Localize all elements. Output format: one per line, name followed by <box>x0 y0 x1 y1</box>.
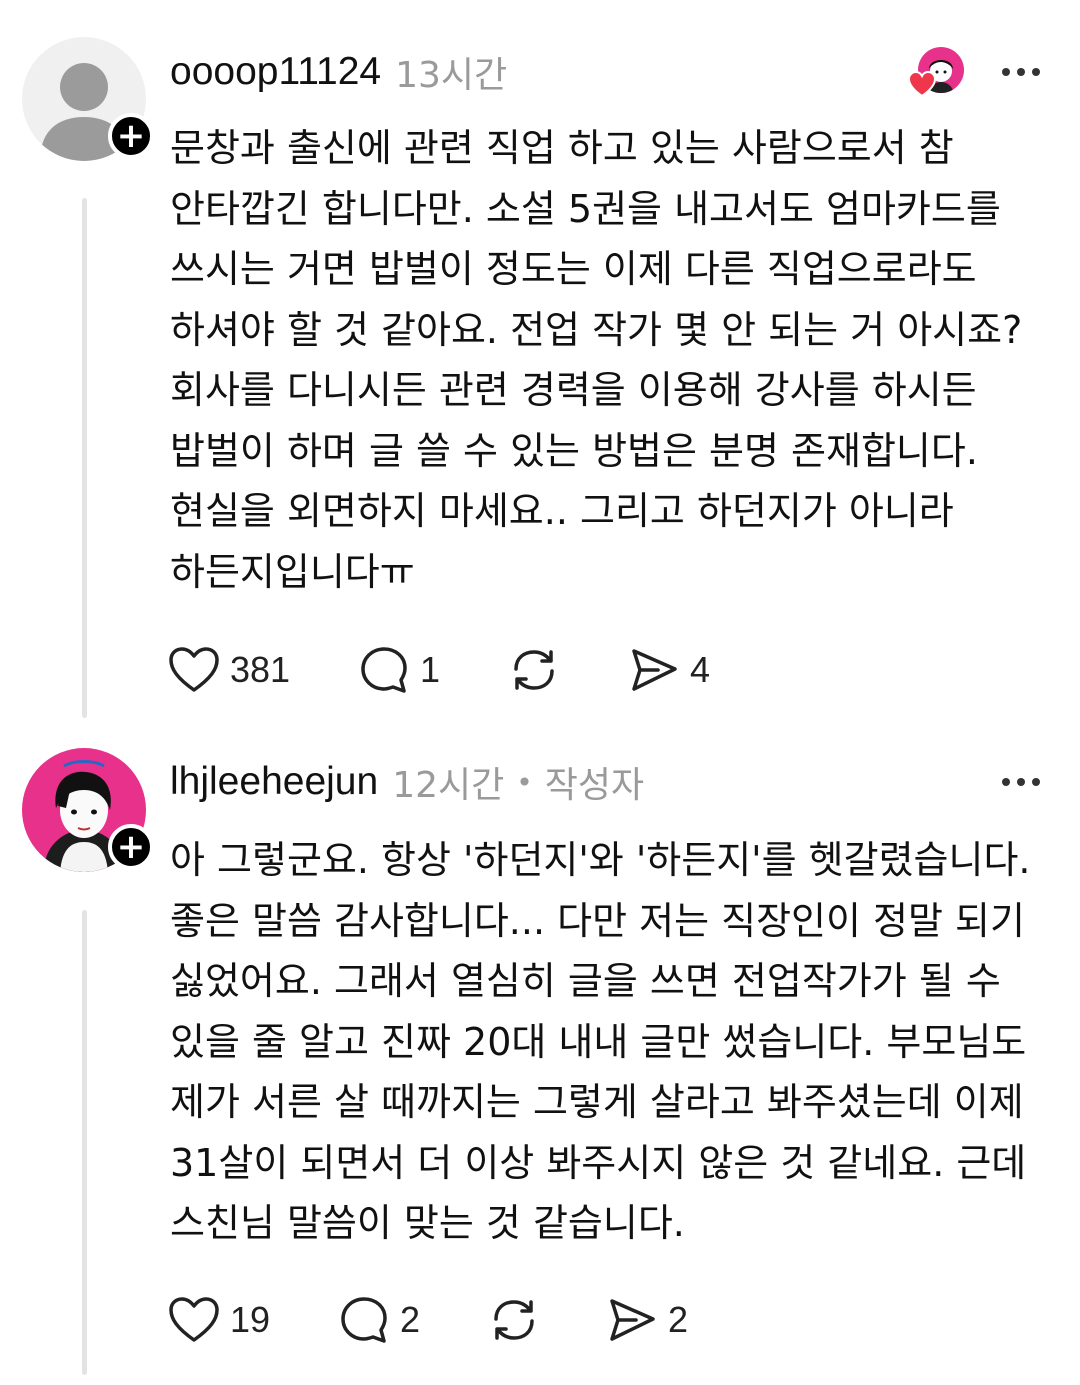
action-bar: 381 1 4 <box>168 640 710 700</box>
body-line: 있을 줄 알고 진짜 20대 내내 글만 썼습니다. 부모님도 <box>170 1019 1027 1064</box>
body-line: 회사를 다니시든 관련 경력을 이용해 강사를 하시든 <box>170 368 977 412</box>
comment-bubble-icon <box>341 1297 387 1343</box>
action-bar: 19 2 2 <box>168 1290 688 1350</box>
liked-by-author-avatar[interactable] <box>908 47 964 97</box>
post-body: 아 그렇군요. 항상 '하던지'와 '하든지'를 헷갈렸습니다. 좋은 말씀 감… <box>170 830 1050 1254</box>
reply-count: 2 <box>400 1299 421 1340</box>
body-line: 아 그렇군요. 항상 '하던지'와 '하든지'를 헷갈렸습니다. <box>170 838 1031 882</box>
more-dots-icon[interactable] <box>1002 772 1040 792</box>
share-button[interactable]: 4 <box>628 645 710 695</box>
heart-icon <box>169 1297 219 1342</box>
avatar-container[interactable]: + <box>22 748 154 872</box>
share-button[interactable]: 2 <box>606 1295 688 1345</box>
body-line: 31살이 되면서 더 이상 봐주시지 않은 것 같네요. 근데 <box>170 1140 1027 1185</box>
body-line: 문창과 출신에 관련 직업 하고 있는 사람으로서 참 <box>170 126 954 170</box>
comment-bubble-icon <box>361 647 407 693</box>
body-line: 하든지입니다ㅠ <box>170 549 415 594</box>
body-line: 안타깝긴 합니다만. 소설 5권을 내고서도 엄마카드를 <box>170 186 1001 231</box>
body-line: 하셔야 할 것 같아요. 전업 작가 몇 안 되는 거 아시죠? <box>170 307 1023 352</box>
body-line: 제가 서른 살 때까지는 그렇게 살라고 봐주셨는데 이제 <box>170 1080 1024 1124</box>
post-body: 문창과 출신에 관련 직업 하고 있는 사람으로서 참 안타깝긴 합니다만. 소… <box>170 118 1050 602</box>
share-count: 2 <box>668 1299 689 1340</box>
repost-button[interactable] <box>508 645 628 695</box>
follow-plus-icon[interactable]: + <box>108 824 154 870</box>
body-line: 밥벌이 하며 글 쓸 수 있는 방법은 분명 존재합니다. <box>170 428 978 473</box>
username[interactable]: oooop11124 <box>170 50 381 94</box>
heart-icon <box>169 647 219 692</box>
username[interactable]: lhjleeheejun <box>170 760 378 804</box>
thread-line <box>82 910 87 1375</box>
post-header: oooop11124 13시간 <box>170 42 1040 102</box>
body-line: 쓰시는 거면 밥벌이 정도는 이제 다른 직업으로라도 <box>170 247 977 291</box>
post-item: + lhjleeheejun 12시간 • 작성자 아 그렇군요. 항상 '하던… <box>0 720 1080 1385</box>
like-button[interactable]: 381 <box>168 646 358 694</box>
repost-button[interactable] <box>488 1295 606 1345</box>
like-count: 19 <box>230 1299 271 1340</box>
body-line: 좋은 말씀 감사합니다... 다만 저는 직장인이 정말 되기 <box>170 898 1025 943</box>
body-line: 싫었어요. 그래서 열심히 글을 쓰면 전업작가가 될 수 <box>170 959 1001 1003</box>
reply-count: 1 <box>420 649 441 690</box>
body-line: 현실을 외면하지 마세요.. 그리고 하던지가 아니라 <box>170 489 954 533</box>
like-count: 381 <box>230 649 291 690</box>
like-button[interactable]: 19 <box>168 1296 338 1344</box>
post-header: lhjleeheejun 12시간 • 작성자 <box>170 752 1040 812</box>
timestamp: 13시간 <box>395 55 508 96</box>
repost-icon <box>514 650 554 690</box>
timestamp: 12시간 <box>392 765 505 806</box>
send-icon <box>632 649 677 691</box>
more-dots-icon[interactable] <box>1002 62 1040 82</box>
reply-button[interactable]: 2 <box>338 1295 488 1345</box>
avatar-container[interactable]: + <box>22 37 154 161</box>
follow-plus-icon[interactable]: + <box>108 113 154 159</box>
share-count: 4 <box>690 649 711 690</box>
body-line: 스친님 말씀이 맞는 것 같습니다. <box>170 1201 685 1245</box>
separator-dot: • <box>516 765 533 799</box>
send-icon <box>610 1299 655 1341</box>
heart-badge-icon <box>908 71 936 97</box>
repost-icon <box>494 1300 534 1340</box>
post-item: + oooop11124 13시간 문창과 출신에 관련 직업 하고 있는 사람… <box>0 0 1080 720</box>
reply-button[interactable]: 1 <box>358 645 508 695</box>
thread-line <box>82 198 87 718</box>
author-badge: 작성자 <box>544 765 645 806</box>
